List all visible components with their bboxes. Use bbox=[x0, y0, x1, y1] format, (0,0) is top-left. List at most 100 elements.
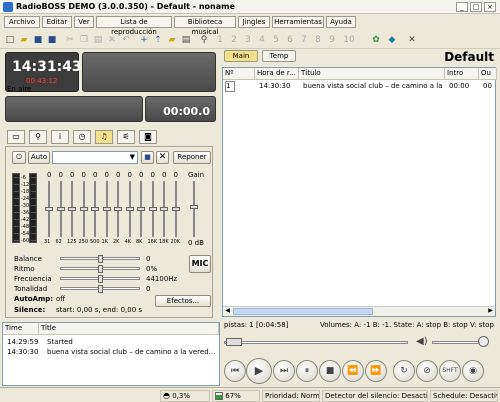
position-slider[interactable] bbox=[224, 341, 408, 344]
eq-thumb[interactable] bbox=[45, 207, 53, 211]
close-button[interactable]: × bbox=[484, 2, 496, 12]
eq-thumb[interactable] bbox=[125, 207, 134, 211]
cut-icon[interactable]: ✂ bbox=[64, 34, 76, 46]
hotkey-8[interactable]: 8 bbox=[312, 34, 324, 46]
pause-icon[interactable]: ⏸ bbox=[296, 360, 318, 382]
prev-icon[interactable]: ⏮ bbox=[224, 360, 246, 382]
minimize-button[interactable]: _ bbox=[456, 2, 468, 12]
hotkey-9[interactable]: 9 bbox=[326, 34, 338, 46]
scheduler-icon[interactable]: ◆ bbox=[386, 34, 398, 46]
mixer-thumb[interactable] bbox=[98, 275, 103, 283]
eq-thumb[interactable] bbox=[114, 207, 122, 211]
gain-thumb[interactable] bbox=[190, 205, 198, 209]
menu-archivo[interactable]: Archivo bbox=[4, 16, 40, 28]
position-thumb[interactable] bbox=[226, 338, 242, 346]
col-titulo[interactable]: Título bbox=[299, 68, 445, 80]
hotkey-1[interactable]: 1 bbox=[214, 34, 226, 46]
scrollbar-thumb[interactable] bbox=[233, 308, 373, 315]
hotkey-7[interactable]: 7 bbox=[298, 34, 310, 46]
eq-thumb[interactable] bbox=[91, 207, 99, 211]
menu-ayuda[interactable]: Ayuda bbox=[326, 16, 356, 28]
tab-temp[interactable]: Temp bbox=[262, 50, 296, 62]
add-icon[interactable]: + bbox=[138, 34, 150, 46]
eq-thumb[interactable] bbox=[160, 207, 168, 211]
eq-thumb[interactable] bbox=[68, 207, 76, 211]
auto-button[interactable]: Auto bbox=[28, 151, 50, 164]
power-button[interactable]: ⏻ bbox=[12, 151, 26, 164]
menu-herramientas[interactable]: Herramientas bbox=[272, 16, 324, 28]
repeat-icon[interactable]: ↻ bbox=[393, 360, 415, 382]
log-col-time[interactable]: Time bbox=[3, 323, 39, 335]
tab-info-icon[interactable]: i bbox=[51, 130, 69, 144]
log-col-title[interactable]: Title bbox=[39, 323, 219, 335]
rewind-icon[interactable]: ⏪ bbox=[342, 360, 364, 382]
mixer-thumb[interactable] bbox=[98, 255, 103, 263]
find-icon[interactable]: ⚲ bbox=[198, 34, 210, 46]
menu-jingles[interactable]: Jingles bbox=[238, 16, 270, 28]
shift-icon[interactable]: SHFT bbox=[439, 360, 461, 382]
scroll-right-icon[interactable]: ▶ bbox=[486, 307, 495, 316]
menu-lista[interactable]: Lista de reproducción bbox=[96, 16, 172, 36]
horizontal-scrollbar[interactable]: ◀ ▶ bbox=[223, 306, 495, 316]
stop-icon[interactable]: ■ bbox=[319, 360, 341, 382]
gain-slider[interactable] bbox=[193, 181, 195, 237]
eq-thumb[interactable] bbox=[171, 207, 180, 211]
mic-button[interactable]: MIC bbox=[189, 255, 211, 273]
stop-after-icon[interactable]: ◉ bbox=[462, 360, 484, 382]
next-icon[interactable]: ⏭ bbox=[273, 360, 295, 382]
mixer-thumb[interactable] bbox=[98, 285, 103, 293]
save-preset-icon[interactable]: ■ bbox=[141, 151, 154, 164]
hotkey-6[interactable]: 6 bbox=[284, 34, 296, 46]
volume-thumb[interactable] bbox=[478, 336, 489, 347]
eq-thumb[interactable] bbox=[102, 207, 111, 211]
copy-icon[interactable]: ❐ bbox=[78, 34, 90, 46]
maximize-button[interactable]: □ bbox=[470, 2, 482, 12]
play-icon[interactable]: ▶ bbox=[246, 358, 272, 384]
hotkey-4[interactable]: 4 bbox=[256, 34, 268, 46]
hotkey-10[interactable]: 10 bbox=[341, 34, 357, 46]
tab-main[interactable]: Main bbox=[224, 50, 258, 62]
add-file-icon[interactable]: ⇡ bbox=[152, 34, 164, 46]
menu-ver[interactable]: Ver bbox=[74, 16, 94, 28]
col-out[interactable]: Ou bbox=[479, 68, 497, 80]
tools-icon[interactable]: ✕ bbox=[406, 34, 418, 46]
tab-clock-icon[interactable]: ◷ bbox=[73, 130, 91, 144]
tab-camera-icon[interactable]: ◙ bbox=[139, 130, 157, 144]
menu-biblioteca[interactable]: Biblioteca musical bbox=[174, 16, 236, 36]
tab-folder-icon[interactable]: ▭ bbox=[7, 130, 25, 144]
mixer-thumb[interactable] bbox=[98, 265, 103, 273]
forward-icon[interactable]: ⏩ bbox=[365, 360, 387, 382]
delete-icon[interactable]: ✕ bbox=[106, 34, 118, 46]
col-intro[interactable]: Intro bbox=[445, 68, 479, 80]
eq-thumb[interactable] bbox=[79, 207, 88, 211]
new-icon[interactable]: □ bbox=[4, 34, 16, 46]
eq-thumb[interactable] bbox=[148, 207, 157, 211]
hotkey-5[interactable]: 5 bbox=[270, 34, 282, 46]
open-icon[interactable]: ▰ bbox=[18, 34, 30, 46]
add-list-icon[interactable]: ▤ bbox=[180, 34, 192, 46]
row-hora: 14:30:30 bbox=[259, 82, 291, 90]
tab-search-icon[interactable]: ⚲ bbox=[29, 130, 47, 144]
preset-select[interactable]: ▼ bbox=[52, 151, 138, 164]
effects-button[interactable]: Efectos... bbox=[155, 295, 211, 307]
settings-icon[interactable]: ✿ bbox=[370, 34, 382, 46]
save-icon[interactable]: ■ bbox=[32, 34, 44, 46]
scroll-left-icon[interactable]: ◀ bbox=[223, 307, 232, 316]
delete-preset-icon[interactable]: ✕ bbox=[156, 151, 169, 164]
reset-button[interactable]: Reponer bbox=[173, 151, 211, 164]
menu-editar[interactable]: Editar bbox=[42, 16, 72, 28]
save-as-icon[interactable]: ■ bbox=[46, 34, 58, 46]
tab-mixer-icon[interactable]: ⚟ bbox=[117, 130, 135, 144]
no-entry-icon[interactable]: ⊘ bbox=[416, 360, 438, 382]
tab-music-icon[interactable]: ♫ bbox=[95, 130, 113, 144]
add-folder-icon[interactable]: ▰ bbox=[166, 34, 178, 46]
paste-icon[interactable]: ▤ bbox=[92, 34, 104, 46]
col-number[interactable]: Nº bbox=[223, 68, 255, 80]
eq-thumb[interactable] bbox=[56, 207, 65, 211]
hotkey-3[interactable]: 3 bbox=[242, 34, 254, 46]
hotkey-2[interactable]: 2 bbox=[228, 34, 240, 46]
eq-thumb[interactable] bbox=[137, 207, 145, 211]
undo-icon[interactable]: ↶ bbox=[120, 34, 132, 46]
col-hora[interactable]: Hora de r... bbox=[255, 68, 299, 80]
table-row[interactable]: 1 14:30:30 buena vista social club – de … bbox=[223, 81, 495, 92]
